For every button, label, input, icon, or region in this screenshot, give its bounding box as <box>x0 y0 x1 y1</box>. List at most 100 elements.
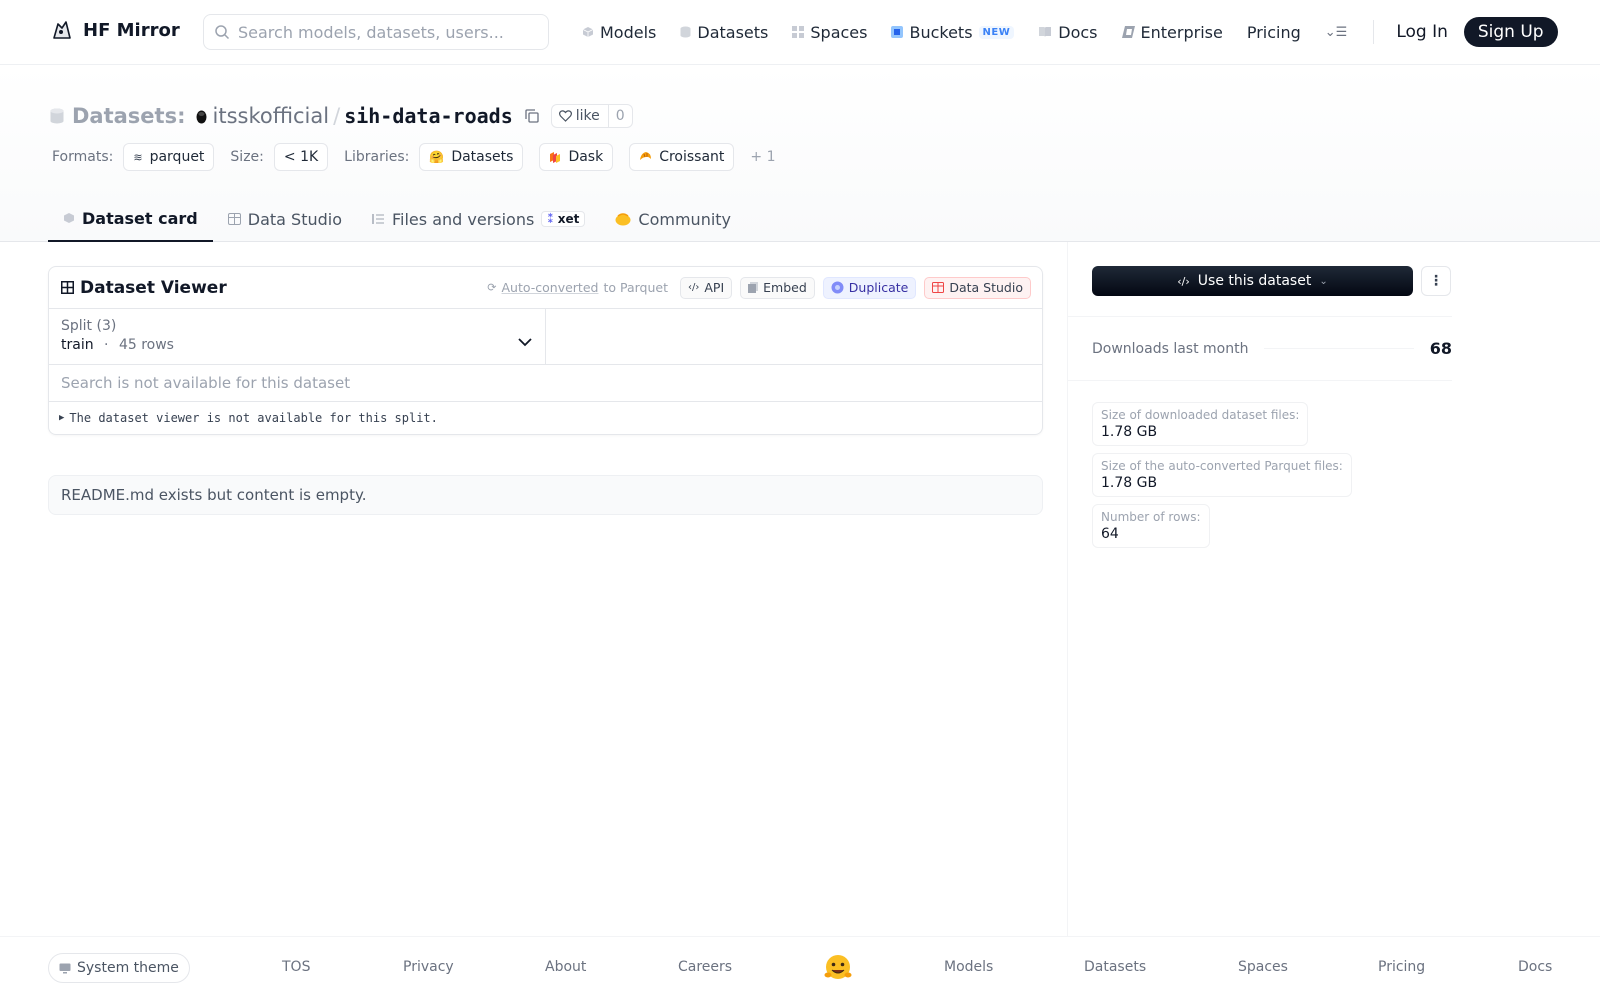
format-chip-label: parquet <box>149 149 205 165</box>
xet-badge-label: xet <box>557 212 580 226</box>
size-label: Size: <box>230 149 264 165</box>
split-rows: 45 rows <box>118 337 174 353</box>
table-icon <box>932 282 945 293</box>
library-chip-datasets[interactable]: 🤗 Datasets <box>419 143 524 171</box>
embed-button-label: Embed <box>763 280 807 295</box>
footer-link-spaces[interactable]: Spaces <box>1238 959 1288 975</box>
tab-dataset-card[interactable]: Dataset card <box>48 196 213 242</box>
split-select[interactable]: Split (3) train · 45 rows <box>49 309 546 364</box>
footer: System theme TOS Privacy About Careers M… <box>0 936 1600 1000</box>
nav-pricing-label: Pricing <box>1246 22 1301 42</box>
footer-link-datasets[interactable]: Datasets <box>1084 959 1146 975</box>
embed-button[interactable]: Embed <box>740 276 815 299</box>
hf-smiley-icon: 🤗 <box>429 150 445 164</box>
chevron-down-icon <box>518 338 532 347</box>
library-chip-dask[interactable]: Dask <box>539 143 614 171</box>
footer-link-careers[interactable]: Careers <box>678 959 732 975</box>
repo-tabs: Dataset card Data Studio Files and versi… <box>48 196 746 242</box>
nav-docs-label: Docs <box>1058 22 1098 42</box>
nav-datasets[interactable]: Datasets <box>680 23 768 42</box>
library-chip-label: Dask <box>568 149 604 165</box>
hf-mascot-icon[interactable] <box>823 953 853 983</box>
community-icon <box>615 213 631 226</box>
nav-pricing[interactable]: Pricing <box>1247 23 1301 42</box>
auto-converted-link[interactable]: Auto-converted <box>502 280 599 295</box>
split-dot: · <box>104 337 109 353</box>
heart-icon <box>558 110 572 122</box>
footer-link-about[interactable]: About <box>545 959 586 975</box>
search-input[interactable] <box>238 22 528 42</box>
code-icon: ‹/› <box>1177 274 1190 288</box>
footer-link-docs[interactable]: Docs <box>1518 959 1552 975</box>
footer-link-pricing[interactable]: Pricing <box>1378 959 1425 975</box>
tab-data-studio[interactable]: Data Studio <box>213 196 357 242</box>
main-content: Dataset Viewer ⟳ Auto-converted to Parqu… <box>48 266 1043 515</box>
library-chip-croissant[interactable]: Croissant <box>629 143 735 171</box>
building-icon <box>1121 26 1135 38</box>
monitor-icon <box>59 963 71 973</box>
footer-link-tos[interactable]: TOS <box>282 959 310 975</box>
like-label: like <box>575 108 600 124</box>
database-icon <box>680 26 691 38</box>
subset-area <box>546 309 1042 364</box>
tab-files-and-versions[interactable]: Files and versions ⁑ xet <box>357 196 600 242</box>
duplicate-button[interactable]: Duplicate <box>822 276 917 299</box>
croissant-icon <box>640 152 652 160</box>
more-options-icon[interactable]: ⋮ <box>1421 266 1451 296</box>
nav-buckets-label: Buckets <box>909 22 973 42</box>
mirror-logo-icon <box>53 21 71 39</box>
theme-toggle-button[interactable]: System theme <box>48 953 190 983</box>
section-label[interactable]: Datasets: <box>72 104 186 128</box>
footer-link-models[interactable]: Models <box>944 959 993 975</box>
viewer-title: Dataset Viewer <box>80 277 227 298</box>
use-dataset-button[interactable]: ‹/› Use this dataset ⌄ <box>1092 266 1413 296</box>
more-menu-icon[interactable]: ⌄☰ <box>1325 25 1348 40</box>
parquet-icon: ≋ <box>133 150 143 164</box>
stat-key: Size of the auto-converted Parquet files… <box>1101 459 1343 473</box>
api-button-label: API <box>704 280 725 295</box>
top-navbar: HF Mirror Models Datasets Spaces Buckets… <box>0 0 1600 65</box>
data-studio-button[interactable]: Data Studio <box>924 276 1031 299</box>
stat-parquet-size: Size of the auto-converted Parquet files… <box>1092 453 1352 497</box>
brand-link[interactable]: HF Mirror <box>50 18 180 42</box>
nav-buckets[interactable]: Buckets NEW <box>891 22 1015 42</box>
more-libraries-link[interactable]: + 1 <box>750 149 775 165</box>
footer-link-privacy[interactable]: Privacy <box>403 959 454 975</box>
tab-label: Data Studio <box>247 209 342 229</box>
cube-icon <box>64 213 74 223</box>
viewer-search-disabled: Search is not available for this dataset <box>49 365 1042 402</box>
api-button[interactable]: ‹/› API <box>680 276 733 299</box>
nav-models[interactable]: Models <box>582 23 656 42</box>
tab-label: Dataset card <box>82 208 198 228</box>
sidebar: ‹/› Use this dataset ⌄ ⋮ Downloads last … <box>1068 266 1452 548</box>
login-link[interactable]: Log In <box>1396 22 1448 42</box>
stat-value: 1.78 GB <box>1101 424 1158 440</box>
tab-community[interactable]: Community <box>600 196 746 242</box>
search-box[interactable] <box>203 14 549 50</box>
like-button[interactable]: like 0 <box>550 104 633 128</box>
viewer-error-details[interactable]: ▶ The dataset viewer is not available fo… <box>49 402 1042 434</box>
xet-badge: ⁑ xet <box>541 211 586 227</box>
stat-key: Number of rows: <box>1101 510 1201 524</box>
stat-download-size: Size of downloaded dataset files: 1.78 G… <box>1092 402 1309 446</box>
signup-button[interactable]: Sign Up <box>1463 17 1558 47</box>
readme-empty-notice: README.md exists but content is empty. <box>48 475 1043 515</box>
repo-name[interactable]: sih-data-roads <box>344 104 513 128</box>
format-chip-parquet[interactable]: ≋ parquet <box>123 143 215 171</box>
search-icon <box>215 25 230 40</box>
owner-link[interactable]: itsskofficial <box>213 104 330 128</box>
owner-avatar-icon <box>196 110 206 124</box>
nav-spaces[interactable]: Spaces <box>792 23 867 42</box>
nav-enterprise[interactable]: Enterprise <box>1121 23 1223 42</box>
stat-value: 64 <box>1101 526 1119 542</box>
copy-icon[interactable] <box>525 109 539 123</box>
stat-key: Size of downloaded dataset files: <box>1101 408 1300 422</box>
dataset-stats: Size of downloaded dataset files: 1.78 G… <box>1092 402 1352 548</box>
files-icon <box>372 214 384 224</box>
size-chip[interactable]: < 1K <box>273 143 329 171</box>
nav-docs[interactable]: Docs <box>1038 22 1098 42</box>
database-icon <box>50 108 64 124</box>
duplicate-button-label: Duplicate <box>848 280 909 295</box>
split-label: Split (3) <box>61 318 117 334</box>
like-count: 0 <box>615 108 625 124</box>
